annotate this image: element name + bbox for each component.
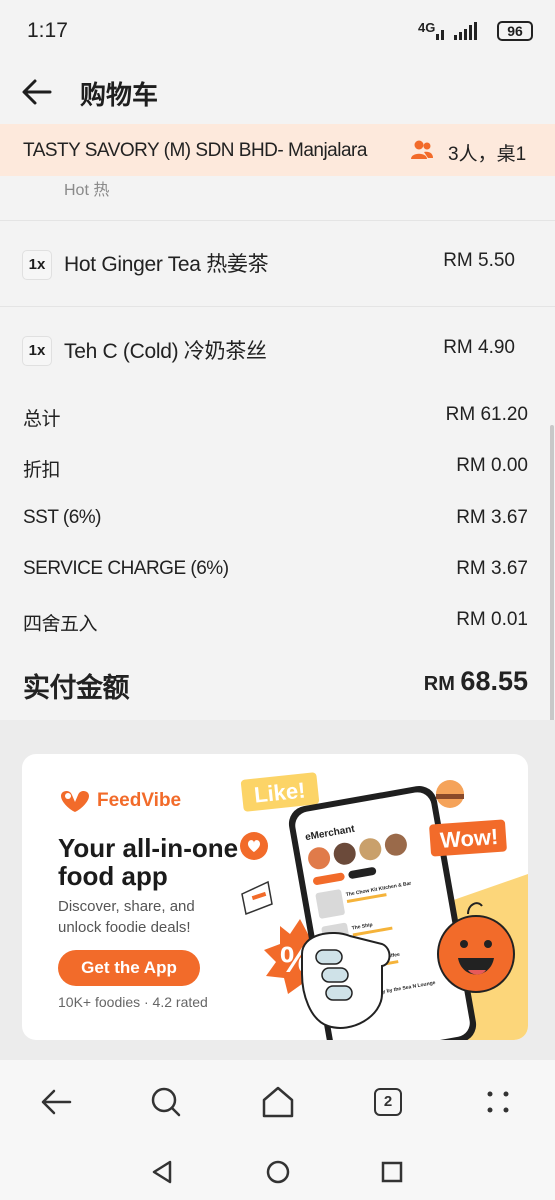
subtotal-value: RM 61.20 <box>445 404 528 425</box>
system-home-icon[interactable] <box>262 1156 294 1188</box>
service-charge-row: SERVICE CHARGE (6%) RM 3.67 <box>23 558 528 584</box>
item-name: Teh C (Cold) 冷奶茶丝 <box>64 340 267 363</box>
sst-label: SST (6%) <box>23 507 102 528</box>
ad-description: Discover, share, and unlock foodie deals… <box>58 898 195 936</box>
people-icon <box>411 140 433 159</box>
wow-sticker-text: Wow! <box>439 824 499 853</box>
ad-rating: 10K+ foodies · 4.2 rated <box>58 994 208 1010</box>
ad-banner[interactable]: FeedVibe Your all-in-one food app Discov… <box>22 754 528 1040</box>
table-info: 3人，桌1 <box>448 144 527 165</box>
tab-count: 2 <box>374 1088 402 1116</box>
like-sticker-text: Like! <box>253 777 307 807</box>
status-time: 1:17 <box>27 19 68 42</box>
item-quantity: 1x <box>22 250 52 280</box>
subtotal-row: 总计 RM 61.20 <box>23 404 528 430</box>
discount-row: 折扣 RM 0.00 <box>23 455 528 481</box>
get-app-button[interactable]: Get the App <box>58 950 200 986</box>
rounding-label: 四舍五入 <box>23 614 98 635</box>
browser-back-icon[interactable] <box>34 1080 78 1124</box>
item-name: Hot Ginger Tea 热姜茶 <box>64 253 269 276</box>
home-icon[interactable] <box>256 1080 300 1124</box>
total-label: 实付金额 <box>23 673 130 703</box>
subtotal-label: 总计 <box>23 409 61 430</box>
ad-headline: Your all-in-one food app <box>58 833 239 891</box>
page-title: 购物车 <box>80 80 159 110</box>
sst-value: RM 3.67 <box>456 507 528 528</box>
tabs-button[interactable]: 2 <box>366 1080 410 1124</box>
sst-row: SST (6%) RM 3.67 <box>23 507 528 533</box>
feedvibe-logo-icon <box>61 790 89 812</box>
divider <box>0 306 555 307</box>
battery-indicator: 96 <box>497 21 533 41</box>
service-charge-value: RM 3.67 <box>456 558 528 579</box>
total-value: RM 68.55 <box>424 666 528 697</box>
service-charge-label: SERVICE CHARGE (6%) <box>23 558 229 579</box>
cart-list: Hot 热 1x Hot Ginger Tea 热姜茶 RM 5.50 1x T… <box>0 176 555 394</box>
status-bar: 1:17 4G 96 <box>0 0 555 60</box>
search-icon[interactable] <box>144 1080 188 1124</box>
rounding-value: RM 0.01 <box>456 609 528 630</box>
discount-label: 折扣 <box>23 460 61 481</box>
item-price: RM 4.90 <box>443 337 515 358</box>
store-name: TASTY SAVORY (M) SDN BHD- Manjalara <box>23 140 367 161</box>
divider <box>0 220 555 221</box>
cart-item[interactable]: 1x Hot Ginger Tea 热姜茶 RM 5.50 <box>0 226 555 300</box>
system-recents-icon[interactable] <box>376 1156 408 1188</box>
more-options-icon[interactable] <box>476 1080 520 1124</box>
ad-illustration: Like! % eMerchant The Chow Kit Kitchen &… <box>240 772 528 1040</box>
discount-value: RM 0.00 <box>456 455 528 476</box>
system-navigation-bar <box>0 1144 555 1200</box>
total-currency: RM <box>423 673 461 695</box>
browser-toolbar: 2 <box>0 1060 555 1144</box>
ad-area: FeedVibe Your all-in-one food app Discov… <box>0 720 555 1060</box>
back-arrow-icon[interactable] <box>20 76 54 108</box>
order-summary: 总计 RM 61.20 折扣 RM 0.00 SST (6%) RM 3.67 … <box>0 394 555 720</box>
cart-item[interactable]: 1x Teh C (Cold) 冷奶茶丝 RM 4.90 <box>0 313 555 387</box>
item-price: RM 5.50 <box>443 250 515 271</box>
total-amount: 68.55 <box>460 666 528 696</box>
total-row: 实付金额 RM 68.55 <box>23 666 528 703</box>
system-back-icon[interactable] <box>146 1156 178 1188</box>
item-modifier: Hot 热 <box>64 182 110 199</box>
item-quantity: 1x <box>22 336 52 366</box>
network-type-label: 4G <box>418 20 436 35</box>
signal-icon <box>436 22 477 40</box>
store-banner: TASTY SAVORY (M) SDN BHD- Manjalara 3人，桌… <box>0 124 555 176</box>
rounding-row: 四舍五入 RM 0.01 <box>23 609 528 635</box>
app-bar: 购物车 <box>0 60 555 124</box>
ad-brand-name: FeedVibe <box>97 790 182 811</box>
